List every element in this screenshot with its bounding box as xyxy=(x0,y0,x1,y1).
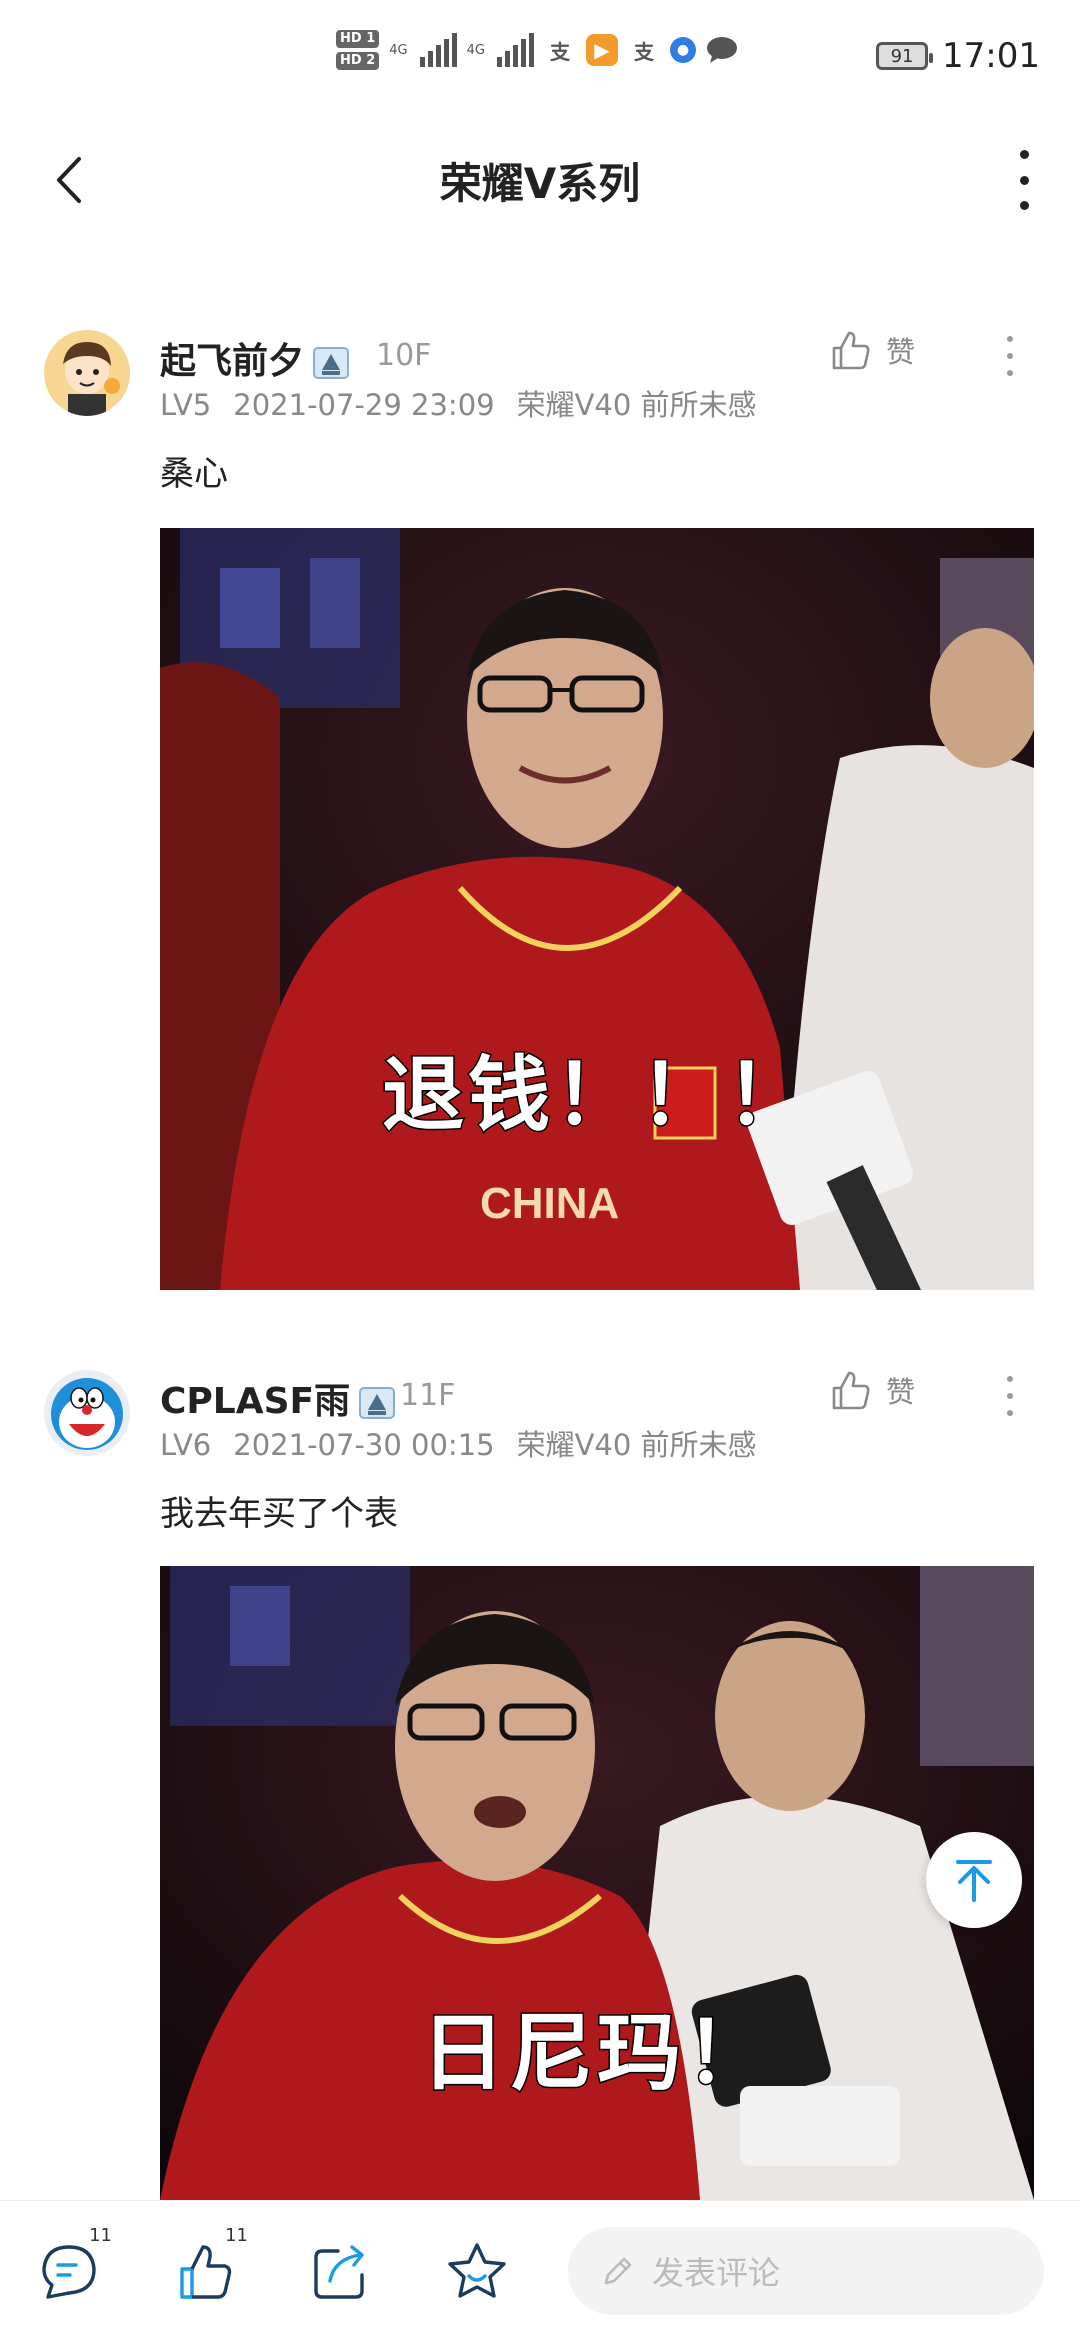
dot xyxy=(1007,1410,1013,1416)
dot xyxy=(1019,175,1029,185)
post-text: 桑心 xyxy=(160,454,228,494)
signal-icon xyxy=(419,33,457,67)
share-button[interactable] xyxy=(306,2237,376,2307)
like-post-button[interactable]: 11 xyxy=(170,2225,248,2307)
avatar[interactable] xyxy=(44,330,130,416)
comments-button[interactable]: 11 xyxy=(34,2225,112,2307)
dot xyxy=(1007,336,1013,342)
share-icon xyxy=(314,2245,364,2299)
post-text: 我去年买了个表 xyxy=(160,1494,398,1534)
more-options-button[interactable] xyxy=(1004,150,1044,210)
alipay-icon: 支 xyxy=(549,39,570,64)
level-badge-icon xyxy=(313,347,350,379)
like-count: 11 xyxy=(225,2225,248,2246)
status-icons: HD 1 HD 2 4G 4G 支 ▶ 支 ● xyxy=(336,30,738,70)
like-label: 赞 xyxy=(886,335,916,369)
image-caption: 日尼玛！ xyxy=(419,2003,773,2104)
image-caption: 退钱！！！ xyxy=(380,1047,812,1145)
author-name[interactable]: CPLASF雨 xyxy=(160,1372,396,1424)
device-signature: 荣耀V40 前所未感 xyxy=(516,1428,757,1462)
svg-text:CHINA: CHINA xyxy=(480,1179,619,1228)
arrow-up-icon xyxy=(956,1860,992,1902)
meme-image-refund: CHINA xyxy=(160,528,1034,1290)
header: 荣耀V系列 xyxy=(0,130,1080,230)
clock: 17:01 xyxy=(942,36,1040,76)
dot xyxy=(1007,1376,1013,1382)
signal-icon xyxy=(496,33,534,67)
star-icon xyxy=(448,2243,506,2298)
floor-number: 10F xyxy=(376,338,432,373)
message-icon xyxy=(706,34,738,66)
page-title: 荣耀V系列 xyxy=(439,159,641,208)
dot xyxy=(1007,1393,1013,1399)
user-level: LV5 xyxy=(160,388,212,422)
comment-input[interactable]: 发表评论 xyxy=(568,2227,1044,2315)
avatar-cartoon-boy xyxy=(44,330,130,416)
hd-indicators: HD 1 HD 2 xyxy=(336,30,380,70)
dot xyxy=(1019,201,1029,210)
comment-count: 11 xyxy=(89,2225,112,2246)
post-image[interactable]: CHINA 退钱！！！ xyxy=(160,528,1034,1290)
browser-icon: ● xyxy=(669,37,696,63)
post-meta: LV5 2021-07-29 23:09 荣耀V40 前所未感 xyxy=(160,382,779,424)
hd2-label: HD 2 xyxy=(336,52,380,70)
like-button[interactable]: 赞 xyxy=(828,328,915,372)
like-label: 赞 xyxy=(886,1375,916,1409)
video-app-icon: ▶ xyxy=(585,34,618,66)
comment-placeholder: 发表评论 xyxy=(652,2254,781,2292)
alipay-icon: 支 xyxy=(633,39,654,64)
avatar[interactable] xyxy=(44,1370,130,1456)
bottom-bar: 11 11 发表评论 xyxy=(0,2200,1080,2339)
device-signature: 荣耀V40 前所未感 xyxy=(516,388,757,422)
post-datetime: 2021-07-29 23:09 xyxy=(233,388,495,422)
dot xyxy=(1007,370,1013,376)
thumbs-up-icon xyxy=(180,2245,232,2299)
user-level: LV6 xyxy=(160,1428,212,1462)
favorite-button[interactable] xyxy=(442,2237,512,2307)
network1-label: 4G xyxy=(389,42,408,58)
comment-bubble-icon xyxy=(42,2245,96,2299)
thumbs-up-icon xyxy=(832,1371,870,1410)
pencil-icon xyxy=(604,2257,632,2285)
post-more-button[interactable] xyxy=(1000,1376,1020,1416)
avatar-doraemon xyxy=(44,1370,130,1456)
author-name[interactable]: 起飞前夕 xyxy=(160,332,350,384)
scroll-to-top-button[interactable] xyxy=(926,1832,1022,1928)
floor-number: 11F xyxy=(400,1378,456,1413)
author-name-text: 起飞前夕 xyxy=(160,341,305,382)
dot xyxy=(1007,353,1013,359)
post-image[interactable]: 日尼玛！ xyxy=(160,1566,1034,2200)
like-button[interactable]: 赞 xyxy=(828,1368,915,1412)
level-badge-icon xyxy=(359,1387,396,1419)
dot xyxy=(1019,150,1029,159)
hd1-label: HD 1 xyxy=(336,30,380,48)
author-name-text: CPLASF雨 xyxy=(160,1381,351,1422)
status-right: 91 17:01 xyxy=(876,36,1040,76)
thumbs-up-icon xyxy=(832,331,870,370)
status-bar: HD 1 HD 2 4G 4G 支 ▶ 支 ● 91 17:01 xyxy=(0,0,1080,120)
post-datetime: 2021-07-30 00:15 xyxy=(233,1428,495,1462)
post-more-button[interactable] xyxy=(1000,336,1020,376)
battery-level: 91 xyxy=(890,45,914,67)
network2-label: 4G xyxy=(466,42,485,58)
battery-icon: 91 xyxy=(876,42,934,70)
post-meta: LV6 2021-07-30 00:15 荣耀V40 前所未感 xyxy=(160,1422,779,1464)
